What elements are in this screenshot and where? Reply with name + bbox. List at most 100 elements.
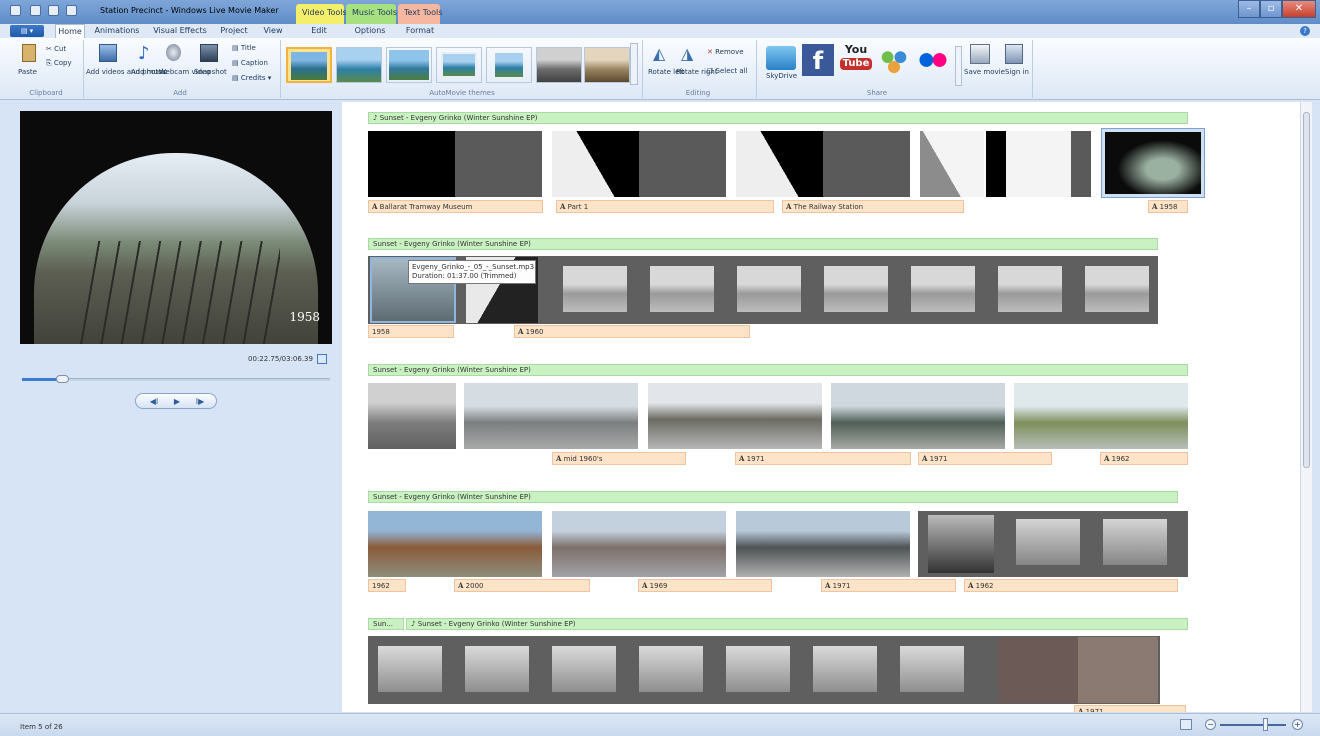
video-clip[interactable] [1014, 383, 1188, 449]
copy-button[interactable]: ⎘ Copy [46, 59, 72, 67]
add-videos-button[interactable]: Add videos and photos [86, 68, 166, 76]
music-track[interactable]: ♪ Sunset - Evgeny Grinko (Winter Sunshin… [406, 618, 1188, 630]
caption-item[interactable]: A The Railway Station [782, 200, 964, 213]
caption-item[interactable]: A 1971 [735, 452, 911, 465]
selected-clip[interactable] [1101, 128, 1205, 198]
close-button[interactable]: ✕ [1282, 0, 1316, 18]
music-track[interactable]: Sunset - Evgeny Grinko (Winter Sunshine … [368, 238, 1158, 250]
video-clip[interactable] [464, 383, 638, 449]
zoom-in-button[interactable]: + [1292, 719, 1303, 730]
caption-item[interactable]: A Ballarat Tramway Museum [368, 200, 543, 213]
vertical-scrollbar[interactable] [1300, 102, 1312, 712]
caption-item[interactable]: A 1960 [514, 325, 750, 338]
themes-scroll[interactable] [630, 43, 638, 85]
theme-black-white[interactable] [536, 47, 582, 83]
redo-icon[interactable] [66, 5, 77, 16]
help-icon[interactable]: ? [1300, 26, 1310, 36]
title-clip[interactable] [639, 131, 726, 197]
windows-live-groups-icon[interactable] [878, 46, 910, 74]
add-music-button[interactable]: Add music [131, 68, 167, 76]
tab-options[interactable]: Options [352, 24, 388, 38]
facebook-icon[interactable]: f [802, 44, 834, 76]
tab-animations[interactable]: Animations [93, 24, 141, 38]
title-clip[interactable] [736, 131, 823, 197]
caption-item[interactable]: A 1958 [1148, 200, 1188, 213]
next-frame-button[interactable]: I▶ [190, 397, 210, 407]
video-preview[interactable]: 1958 [20, 111, 332, 344]
caption-item[interactable]: A mid 1960's [552, 452, 686, 465]
select-all-button[interactable]: ☐ Select all [707, 67, 748, 75]
caption-item[interactable]: A 1971 [1074, 705, 1186, 712]
caption-item[interactable]: A Part 1 [556, 200, 774, 213]
video-clip[interactable] [650, 266, 714, 312]
video-clip[interactable] [639, 646, 703, 692]
caption-item[interactable]: A 1962 [1100, 452, 1188, 465]
music-track[interactable]: Sunset - Evgeny Grinko (Winter Sunshine … [368, 364, 1188, 376]
app-icon[interactable] [10, 5, 21, 16]
music-track[interactable]: ♪ Sunset - Evgeny Grinko (Winter Sunshin… [368, 112, 1188, 124]
youtube-icon[interactable]: You Tube [840, 44, 872, 76]
zoom-thumb[interactable] [1263, 718, 1268, 731]
theme-fade[interactable] [436, 47, 482, 83]
video-clip[interactable] [911, 266, 975, 312]
tab-format[interactable]: Format [402, 24, 438, 38]
theme-default[interactable] [286, 47, 332, 83]
caption-item[interactable]: A 1969 [638, 579, 772, 592]
music-track[interactable]: Sunset - Evgeny Grinko (Winter Sunshine … [368, 491, 1178, 503]
zoom-fit-icon[interactable] [1180, 719, 1192, 730]
save-movie-button[interactable]: Save movie [964, 68, 1005, 76]
map-clip[interactable] [986, 131, 1091, 197]
video-clip[interactable] [831, 383, 1005, 449]
video-clip[interactable] [813, 646, 877, 692]
tab-visual-effects[interactable]: Visual Effects [152, 24, 208, 38]
save-icon[interactable] [30, 5, 41, 16]
flickr-icon[interactable] [918, 50, 948, 70]
snapshot-button[interactable]: Snapshot [194, 68, 227, 76]
previous-frame-button[interactable]: ◀I [144, 397, 164, 407]
caption-item[interactable]: A 1962 [964, 579, 1178, 592]
video-clip[interactable] [378, 646, 442, 692]
caption-item[interactable]: 1962 [368, 579, 406, 592]
theme-sepia[interactable] [584, 47, 630, 83]
webcam-button[interactable]: Webcam video [159, 68, 211, 76]
minimize-button[interactable]: – [1238, 0, 1260, 18]
theme-cinematic[interactable] [386, 47, 432, 83]
maximize-button[interactable]: ▫ [1260, 0, 1282, 18]
tab-edit[interactable]: Edit [306, 24, 332, 38]
undo-icon[interactable] [48, 5, 59, 16]
video-clip[interactable] [368, 383, 456, 449]
share-scroll[interactable] [955, 46, 962, 86]
remove-button[interactable]: ✕ Remove [707, 48, 744, 56]
seek-thumb[interactable] [56, 375, 69, 383]
play-button[interactable]: ▶ [167, 397, 187, 407]
video-clip[interactable] [998, 266, 1062, 312]
title-button[interactable]: ▤ Title [232, 44, 256, 52]
video-clip[interactable] [648, 383, 822, 449]
caption-item[interactable]: A 1971 [821, 579, 956, 592]
music-track[interactable]: Sun... [368, 618, 404, 630]
rotate-left-button[interactable]: Rotate left [648, 68, 684, 76]
video-clip[interactable] [368, 511, 542, 577]
video-clip[interactable] [736, 511, 910, 577]
zoom-out-button[interactable]: − [1205, 719, 1216, 730]
rotate-right-button[interactable]: Rotate right [676, 68, 718, 76]
video-clip[interactable] [552, 511, 726, 577]
title-clip[interactable] [368, 131, 455, 197]
tab-view[interactable]: View [260, 24, 286, 38]
cut-button[interactable]: ✂ Cut [46, 45, 66, 53]
video-clip[interactable] [1085, 266, 1149, 312]
video-clip[interactable] [824, 266, 888, 312]
caption-item[interactable]: A 2000 [454, 579, 590, 592]
video-clip[interactable] [552, 646, 616, 692]
credits-button[interactable]: ▤ Credits ▾ [232, 74, 271, 82]
video-clip[interactable] [726, 646, 790, 692]
caption-button[interactable]: ▤ Caption [232, 59, 268, 67]
title-clip[interactable] [455, 131, 542, 197]
theme-contemporary[interactable] [336, 47, 382, 83]
video-clip[interactable] [918, 511, 1188, 577]
map-clip[interactable] [920, 131, 984, 197]
video-clip[interactable] [465, 646, 529, 692]
scroll-thumb[interactable] [1303, 112, 1310, 468]
skydrive-button[interactable]: SkyDrive [766, 72, 797, 80]
video-clip[interactable] [998, 637, 1158, 703]
